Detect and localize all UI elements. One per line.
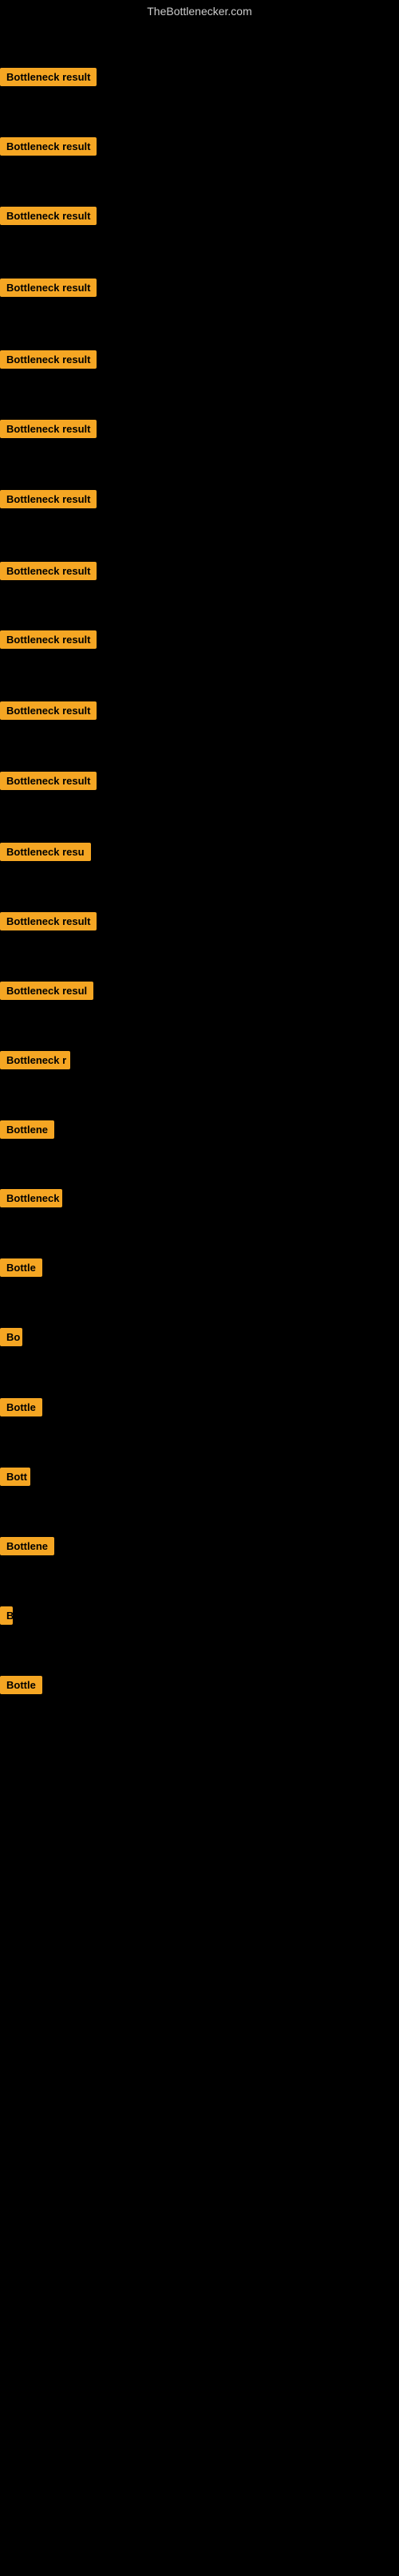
bottleneck-label-17: Bottle bbox=[0, 1258, 42, 1277]
result-item: Bottleneck r bbox=[0, 1051, 70, 1073]
result-item: Bottle bbox=[0, 1676, 42, 1698]
bottleneck-label-23: Bottle bbox=[0, 1676, 42, 1694]
result-item: Bottleneck result bbox=[0, 630, 97, 653]
bottleneck-label-22: B bbox=[0, 1606, 13, 1625]
bottleneck-label-8: Bottleneck result bbox=[0, 630, 97, 649]
bottleneck-label-9: Bottleneck result bbox=[0, 701, 97, 720]
result-item: Bottleneck resu bbox=[0, 843, 91, 865]
result-item: Bottleneck result bbox=[0, 562, 97, 584]
result-item: Bottleneck result bbox=[0, 490, 97, 512]
bottleneck-label-5: Bottleneck result bbox=[0, 420, 97, 438]
bottleneck-label-0: Bottleneck result bbox=[0, 68, 97, 86]
bottleneck-label-11: Bottleneck resu bbox=[0, 843, 91, 861]
result-item: Bottleneck result bbox=[0, 137, 97, 160]
result-item: Bottleneck result bbox=[0, 772, 97, 794]
bottleneck-label-13: Bottleneck resul bbox=[0, 982, 93, 1000]
result-item: Bottle bbox=[0, 1398, 42, 1420]
result-item: Bo bbox=[0, 1328, 22, 1350]
result-item: Bottleneck result bbox=[0, 68, 97, 90]
result-item: B bbox=[0, 1606, 13, 1629]
result-item: Bottleneck result bbox=[0, 279, 97, 301]
result-item: Bottle bbox=[0, 1258, 42, 1281]
result-item: Bottleneck result bbox=[0, 207, 97, 229]
bottleneck-label-3: Bottleneck result bbox=[0, 279, 97, 297]
bottleneck-label-18: Bo bbox=[0, 1328, 22, 1346]
bottleneck-label-16: Bottleneck bbox=[0, 1189, 62, 1207]
result-item: Bott bbox=[0, 1468, 30, 1490]
bottleneck-label-6: Bottleneck result bbox=[0, 490, 97, 508]
site-title: TheBottlenecker.com bbox=[0, 0, 399, 22]
result-item: Bottleneck result bbox=[0, 350, 97, 373]
bottleneck-label-7: Bottleneck result bbox=[0, 562, 97, 580]
result-item: Bottleneck result bbox=[0, 912, 97, 934]
bottleneck-label-20: Bott bbox=[0, 1468, 30, 1486]
bottleneck-label-21: Bottlene bbox=[0, 1537, 54, 1555]
bottleneck-label-2: Bottleneck result bbox=[0, 207, 97, 225]
result-item: Bottleneck resul bbox=[0, 982, 93, 1004]
result-item: Bottlene bbox=[0, 1120, 54, 1143]
result-item: Bottlene bbox=[0, 1537, 54, 1559]
bottleneck-label-15: Bottlene bbox=[0, 1120, 54, 1139]
result-item: Bottleneck result bbox=[0, 420, 97, 442]
bottleneck-label-1: Bottleneck result bbox=[0, 137, 97, 156]
bottleneck-label-19: Bottle bbox=[0, 1398, 42, 1416]
bottleneck-label-14: Bottleneck r bbox=[0, 1051, 70, 1069]
bottleneck-label-4: Bottleneck result bbox=[0, 350, 97, 369]
result-item: Bottleneck result bbox=[0, 701, 97, 724]
bottleneck-label-10: Bottleneck result bbox=[0, 772, 97, 790]
bottleneck-label-12: Bottleneck result bbox=[0, 912, 97, 930]
result-item: Bottleneck bbox=[0, 1189, 62, 1211]
